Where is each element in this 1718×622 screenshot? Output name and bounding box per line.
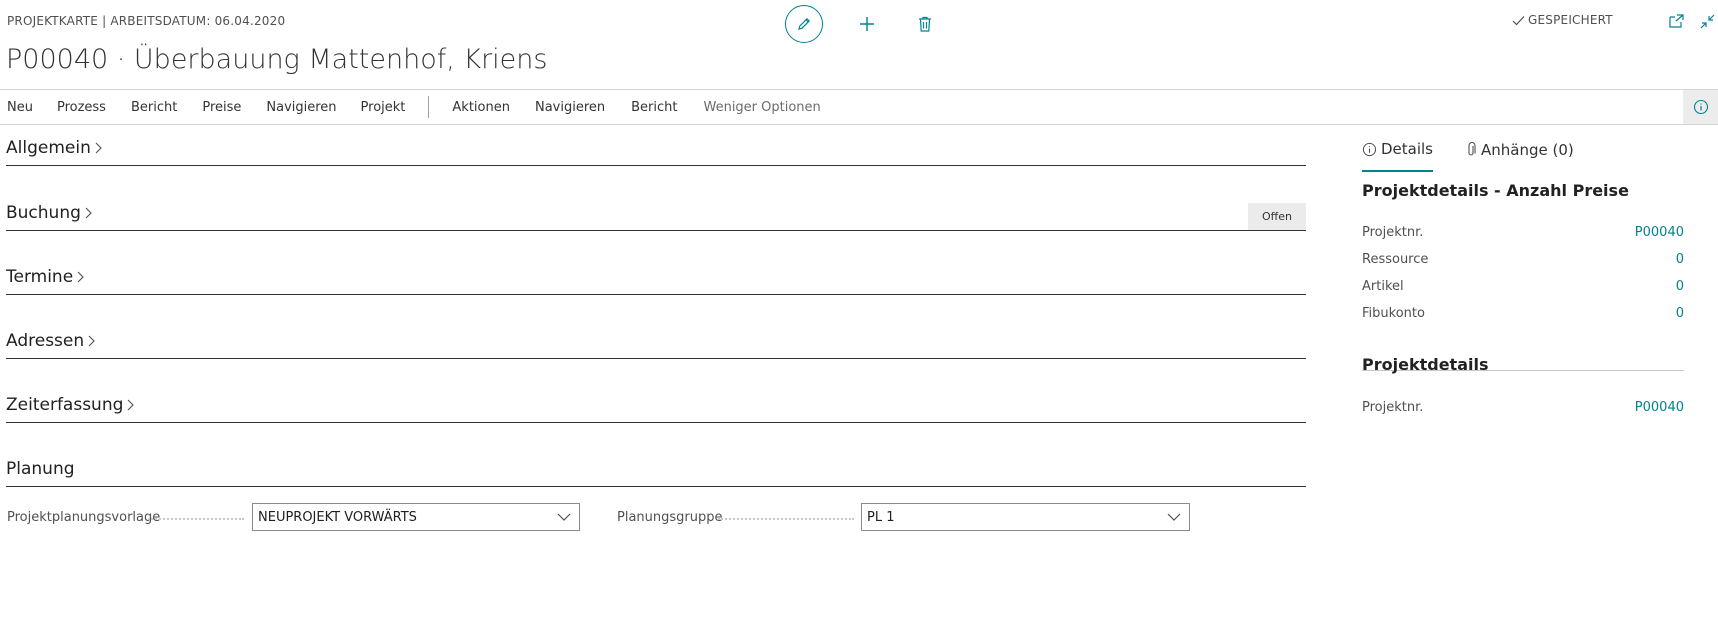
info-icon: [1362, 142, 1377, 156]
group-select[interactable]: PL 1: [861, 503, 1190, 531]
section-planung: Planung: [6, 453, 1306, 487]
open-new-window-button[interactable]: [1667, 12, 1685, 30]
details-row: Projektnr. P00040: [1362, 400, 1684, 415]
price-details-heading: Projektdetails - Anzahl Preise: [1362, 181, 1629, 200]
factbox-toggle-button[interactable]: [1683, 90, 1718, 124]
tab-details[interactable]: Details: [1362, 140, 1434, 172]
window-controls: [1654, 12, 1716, 30]
page-title: P00040 · Überbauung Mattenhof, Kriens: [6, 44, 548, 75]
plus-icon: [860, 17, 874, 31]
tab-attachments[interactable]: Anhänge (0): [1465, 140, 1574, 172]
section-allgemein-header[interactable]: Allgemein: [6, 138, 103, 158]
action-bericht-secondary[interactable]: Bericht: [631, 100, 677, 115]
chevron-right-icon: [77, 271, 84, 283]
section-title: Planung: [6, 459, 75, 479]
section-adressen: Adressen: [6, 325, 1306, 359]
section-zeiterfassung: Zeiterfassung: [6, 389, 1306, 423]
section-zeiterfassung-header[interactable]: Zeiterfassung: [6, 395, 135, 415]
action-preise[interactable]: Preise: [202, 100, 241, 115]
collapse-button[interactable]: [1698, 12, 1716, 30]
section-title: Zeiterfassung: [6, 395, 124, 415]
action-aktionen[interactable]: Aktionen: [452, 100, 510, 115]
chevron-down-icon: [557, 513, 571, 521]
tab-attachments-label: Anhänge (0): [1481, 141, 1574, 159]
template-select-value: NEUPROJEKT VORWÄRTS: [258, 509, 417, 525]
price-row: Projektnr. P00040: [1362, 225, 1684, 240]
trash-icon: [919, 16, 931, 32]
price-row-label: Fibukonto: [1362, 306, 1425, 321]
section-termine: Termine: [6, 261, 1306, 295]
price-row-value-link[interactable]: 0: [1676, 252, 1684, 267]
tab-details-label: Details: [1381, 140, 1434, 158]
action-projekt[interactable]: Projekt: [361, 100, 406, 115]
collapse-icon: [1700, 14, 1714, 28]
delete-button[interactable]: [907, 6, 943, 42]
chevron-right-icon: [95, 142, 102, 154]
section-allgemein: Allgemein: [6, 132, 1306, 166]
template-select[interactable]: NEUPROJEKT VORWÄRTS: [252, 503, 580, 531]
field-leader-dots: [148, 518, 244, 520]
less-options-link[interactable]: Weniger Optionen: [703, 100, 820, 115]
status-badge: Offen: [1248, 203, 1306, 230]
info-icon: [1693, 99, 1708, 115]
factbox-tabs: Details Anhänge (0): [1362, 140, 1606, 172]
group-field-label: Planungsgruppe: [617, 510, 723, 525]
action-prozess[interactable]: Prozess: [57, 100, 106, 115]
header-actions: [785, 4, 965, 44]
new-button[interactable]: [849, 6, 885, 42]
chevron-down-icon: [1167, 513, 1181, 521]
chevron-right-icon: [88, 335, 95, 347]
price-row-label: Ressource: [1362, 252, 1429, 267]
section-title: Adressen: [6, 331, 85, 351]
open-new-window-icon: [1668, 14, 1684, 28]
paperclip-icon: [1468, 142, 1476, 156]
project-details-heading: Projektdetails: [1362, 355, 1489, 374]
section-adressen-header[interactable]: Adressen: [6, 331, 96, 351]
edit-button[interactable]: [785, 5, 823, 43]
page-caption: PROJEKTKARTE | ARBEITSDATUM: 06.04.2020: [7, 14, 286, 28]
section-buchung-header[interactable]: Buchung: [6, 203, 93, 223]
pencil-icon: [798, 17, 811, 30]
price-row-value-link[interactable]: 0: [1676, 306, 1684, 321]
action-navigieren[interactable]: Navigieren: [266, 100, 336, 115]
price-row: Fibukonto 0: [1362, 306, 1684, 321]
action-bericht[interactable]: Bericht: [131, 100, 177, 115]
price-row-label: Artikel: [1362, 279, 1404, 294]
price-row: Ressource 0: [1362, 252, 1684, 267]
price-row: Artikel 0: [1362, 279, 1684, 294]
field-leader-dots: [718, 518, 854, 520]
section-planung-header[interactable]: Planung: [6, 459, 75, 479]
action-bar-separator: [428, 96, 430, 118]
chevron-right-icon: [128, 399, 135, 411]
chevron-right-icon: [85, 207, 92, 219]
saved-status-label: GESPEICHERT: [1528, 13, 1613, 27]
group-select-value: PL 1: [867, 509, 895, 525]
details-row-value-link[interactable]: P00040: [1635, 400, 1684, 415]
template-field-label: Projektplanungsvorlage: [7, 510, 161, 525]
price-row-value-link[interactable]: P00040: [1635, 225, 1684, 240]
details-row-label: Projektnr.: [1362, 400, 1424, 415]
section-buchung: Buchung Offen: [6, 197, 1306, 231]
section-title: Buchung: [6, 203, 81, 223]
action-neu[interactable]: Neu: [7, 100, 33, 115]
action-navigieren-secondary[interactable]: Navigieren: [535, 100, 605, 115]
price-row-value-link[interactable]: 0: [1676, 279, 1684, 294]
section-termine-header[interactable]: Termine: [6, 267, 85, 287]
checkmark-icon: [1512, 15, 1525, 25]
section-title: Termine: [6, 267, 74, 287]
action-bar: Neu Prozess Bericht Preise Navigieren Pr…: [0, 89, 1718, 125]
section-title: Allgemein: [6, 138, 91, 158]
saved-status: GESPEICHERT: [1512, 13, 1613, 27]
price-row-label: Projektnr.: [1362, 225, 1424, 240]
